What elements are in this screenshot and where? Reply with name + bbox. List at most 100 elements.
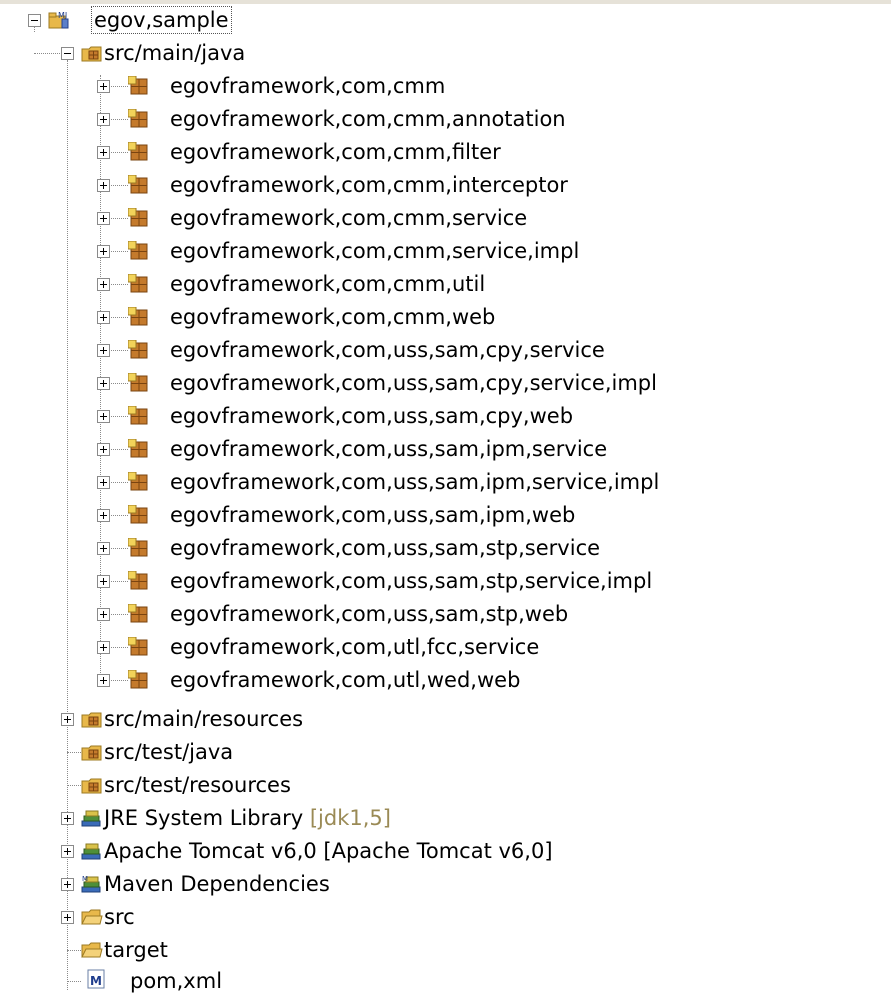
package-icon (128, 439, 148, 458)
package-label[interactable]: egovframework,com,cmm,filter (170, 137, 501, 167)
expand-toggle[interactable] (61, 713, 74, 726)
package-icon (128, 472, 148, 491)
tree-connector (111, 614, 128, 615)
tree-node-package[interactable]: egovframework,com,cmm,util (0, 269, 720, 299)
library-label[interactable]: JRE System Library [jdk1,5] (104, 803, 391, 833)
tree-node-package[interactable]: egovframework,com,uss,sam,cpy,web (0, 401, 720, 431)
expand-toggle[interactable] (97, 344, 110, 357)
source-folder-icon (81, 712, 102, 728)
package-label[interactable]: egovframework,com,uss,sam,ipm,service,im… (170, 467, 659, 497)
package-label[interactable]: egovframework,com,cmm,interceptor (170, 170, 568, 200)
expand-toggle[interactable] (97, 146, 110, 159)
tree-node-src-test-resources[interactable]: src/test/resources (0, 770, 400, 800)
package-label[interactable]: egovframework,com,cmm (170, 71, 445, 101)
tree-node-target-folder[interactable]: target (0, 935, 300, 965)
tree-node-package[interactable]: egovframework,com,uss,sam,stp,service (0, 533, 720, 563)
tree-node-project-egov-sample[interactable]: MJ egov,sample (0, 5, 300, 35)
tree-connector (67, 785, 81, 786)
expand-toggle[interactable] (97, 641, 110, 654)
expand-toggle[interactable] (97, 179, 110, 192)
package-label[interactable]: egovframework,com,uss,sam,cpy,service,im… (170, 368, 657, 398)
package-label[interactable]: egovframework,com,uss,sam,stp,web (170, 599, 568, 629)
tree-node-package[interactable]: egovframework,com,cmm,filter (0, 137, 720, 167)
svg-text:M: M (82, 875, 88, 883)
package-icon (128, 76, 148, 95)
tree-node-package[interactable]: egovframework,com,cmm,service (0, 203, 720, 233)
expand-toggle[interactable] (97, 311, 110, 324)
tree-node-package[interactable]: egovframework,com,uss,sam,cpy,service,im… (0, 368, 720, 398)
source-folder-label[interactable]: src/main/java (104, 38, 245, 68)
package-icon (128, 637, 148, 656)
package-label[interactable]: egovframework,com,uss,sam,stp,service (170, 533, 600, 563)
file-label[interactable]: pom,xml (130, 966, 222, 996)
collapse-toggle[interactable] (61, 47, 74, 60)
expand-toggle[interactable] (97, 476, 110, 489)
tree-node-src-folder[interactable]: src (0, 902, 300, 932)
project-label[interactable]: egov,sample (91, 6, 232, 34)
tree-node-src-test-java[interactable]: src/test/java (0, 737, 400, 767)
tree-node-package[interactable]: egovframework,com,uss,sam,ipm,web (0, 500, 720, 530)
tree-node-src-main-java[interactable]: src/main/java (0, 38, 320, 68)
package-label[interactable]: egovframework,com,utl,fcc,service (170, 632, 539, 662)
expand-toggle[interactable] (97, 674, 110, 687)
expand-toggle[interactable] (97, 410, 110, 423)
tree-node-package[interactable]: egovframework,com,cmm (0, 71, 720, 101)
tree-connector (111, 548, 128, 549)
tree-node-package[interactable]: egovframework,com,uss,sam,cpy,service (0, 335, 720, 365)
package-label[interactable]: egovframework,com,cmm,web (170, 302, 495, 332)
package-label[interactable]: egovframework,com,cmm,util (170, 269, 485, 299)
expand-toggle[interactable] (61, 812, 74, 825)
source-folder-label[interactable]: src/test/java (104, 737, 233, 767)
expand-toggle[interactable] (97, 608, 110, 621)
package-label[interactable]: egovframework,com,utl,wed,web (170, 665, 520, 695)
expand-toggle[interactable] (97, 542, 110, 555)
tree-node-package[interactable]: egovframework,com,cmm,service,impl (0, 236, 720, 266)
expand-toggle[interactable] (97, 377, 110, 390)
maven-library-icon: M (81, 875, 101, 893)
expand-toggle[interactable] (61, 845, 74, 858)
package-label[interactable]: egovframework,com,uss,sam,ipm,web (170, 500, 575, 530)
tree-node-pom-xml[interactable]: M pom,xml (0, 966, 300, 996)
tree-node-package[interactable]: egovframework,com,uss,sam,ipm,service (0, 434, 720, 464)
tree-node-package[interactable]: egovframework,com,utl,fcc,service (0, 632, 720, 662)
expand-toggle[interactable] (61, 878, 74, 891)
tree-node-package[interactable]: egovframework,com,cmm,annotation (0, 104, 720, 134)
expand-toggle[interactable] (97, 212, 110, 225)
collapse-toggle[interactable] (28, 14, 41, 27)
tree-node-maven-dependencies[interactable]: M Maven Dependencies (0, 869, 500, 899)
folder-label[interactable]: target (104, 935, 168, 965)
tree-node-apache-tomcat[interactable]: Apache Tomcat v6,0 [Apache Tomcat v6,0] (0, 836, 600, 866)
expand-toggle[interactable] (97, 575, 110, 588)
top-border (0, 0, 891, 4)
tree-node-package[interactable]: egovframework,com,uss,sam,ipm,service,im… (0, 467, 720, 497)
tree-node-package[interactable]: egovframework,com,cmm,web (0, 302, 720, 332)
package-label[interactable]: egovframework,com,uss,sam,cpy,service (170, 335, 605, 365)
expand-toggle[interactable] (97, 113, 110, 126)
package-label[interactable]: egovframework,com,cmm,service (170, 203, 527, 233)
expand-toggle[interactable] (97, 443, 110, 456)
source-folder-label[interactable]: src/test/resources (104, 770, 291, 800)
tree-node-package[interactable]: egovframework,com,cmm,interceptor (0, 170, 720, 200)
tree-node-package[interactable]: egovframework,com,utl,wed,web (0, 665, 720, 695)
tree-node-package[interactable]: egovframework,com,uss,sam,stp,service,im… (0, 566, 720, 596)
tree-node-package[interactable]: egovframework,com,uss,sam,stp,web (0, 599, 720, 629)
package-label[interactable]: egovframework,com,uss,sam,stp,service,im… (170, 566, 652, 596)
package-label[interactable]: egovframework,com,cmm,service,impl (170, 236, 579, 266)
expand-toggle[interactable] (97, 245, 110, 258)
package-icon (128, 571, 148, 590)
expand-toggle[interactable] (61, 911, 74, 924)
tree-connector (111, 449, 128, 450)
folder-label[interactable]: src (104, 902, 135, 932)
package-icon (128, 505, 148, 524)
package-label[interactable]: egovframework,com,uss,sam,cpy,web (170, 401, 573, 431)
package-label[interactable]: egovframework,com,cmm,annotation (170, 104, 566, 134)
tree-node-src-main-resources[interactable]: src/main/resources (0, 704, 400, 734)
tree-node-jre-system-library[interactable]: JRE System Library [jdk1,5] (0, 803, 500, 833)
source-folder-label[interactable]: src/main/resources (104, 704, 303, 734)
expand-toggle[interactable] (97, 509, 110, 522)
library-label[interactable]: Apache Tomcat v6,0 [Apache Tomcat v6,0] (104, 836, 553, 866)
expand-toggle[interactable] (97, 278, 110, 291)
package-label[interactable]: egovframework,com,uss,sam,ipm,service (170, 434, 607, 464)
expand-toggle[interactable] (97, 80, 110, 93)
library-label[interactable]: Maven Dependencies (104, 869, 330, 899)
